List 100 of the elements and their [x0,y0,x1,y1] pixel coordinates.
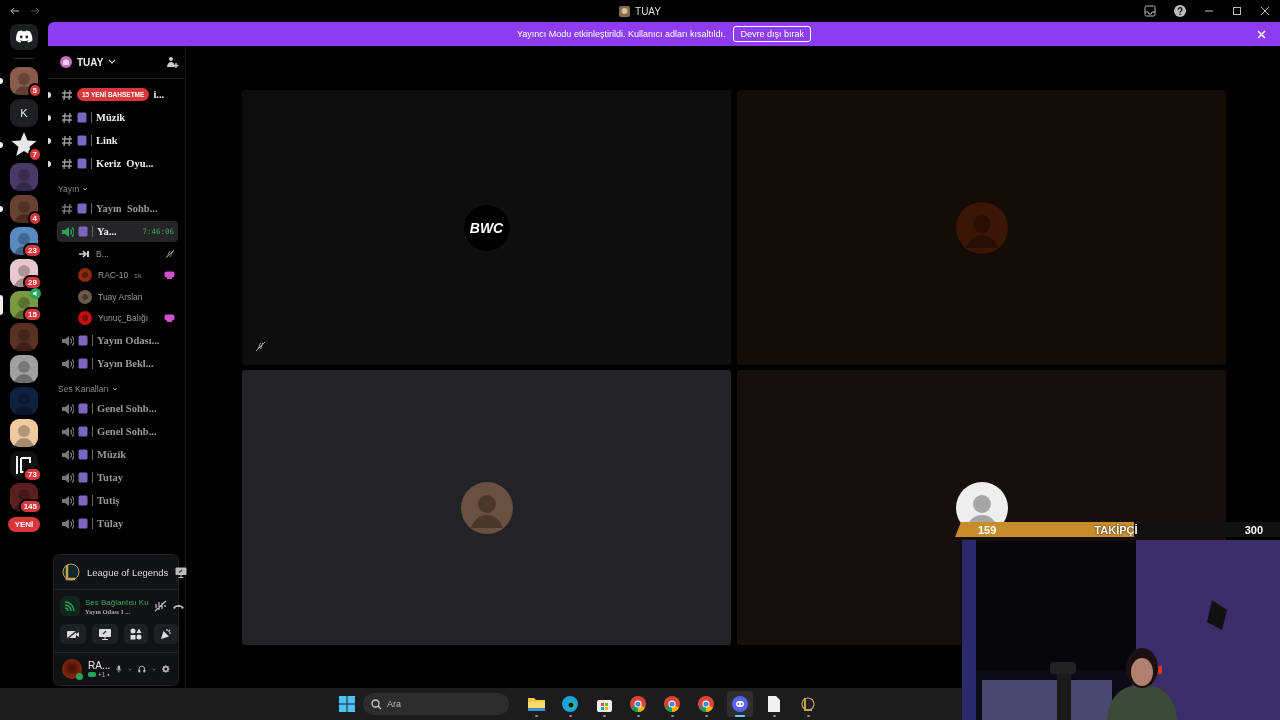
channel-name: Genel Sohb... [97,403,157,414]
channel-item[interactable]: Müzik [57,444,178,465]
camera-off-icon [66,628,80,640]
banner-text: Yayıncı Modu etkinleştirildi. Kullanıcı adları kısaltıldı. [517,29,726,39]
search-icon [371,698,382,710]
start-icon[interactable] [339,696,355,712]
online-dot-icon [76,673,83,680]
help-icon[interactable] [1174,5,1186,17]
chevron-icon[interactable] [111,386,118,392]
hash-icon [61,88,73,101]
hash-icon [61,157,73,170]
server-icon[interactable] [10,195,38,223]
document-icon [768,696,780,712]
add-member-icon[interactable] [166,55,179,69]
window-title: TUAY [635,5,661,17]
maximize-icon[interactable] [1232,6,1242,16]
logo-avatar: BWC [463,204,510,251]
notification-badge: 15 [23,307,42,322]
game-icon [801,696,815,712]
user-name: RAC-10 [98,270,129,281]
channel-item[interactable]: Yayın Sohb... [57,198,178,219]
speaker-icon [61,334,74,347]
shapes-icon [130,628,142,640]
disable-button[interactable]: Devre dışı bırak [733,26,811,42]
new-button[interactable]: YENİ [7,517,41,532]
channel-item[interactable]: Müzik [57,107,178,128]
channel-name: Tutay [97,472,123,483]
speaker-icon [61,448,74,461]
discord-icon [732,696,748,712]
follower-count: 159 [978,523,997,536]
user-name: B... [96,248,109,259]
chevron-icon[interactable] [108,59,117,65]
chrome-icon [664,696,680,712]
back-icon[interactable] [10,7,20,15]
connection-status[interactable]: Ses Bağlantısı Ku [85,597,149,607]
hash-icon [61,134,73,147]
forward-icon[interactable] [30,7,40,15]
video-tile[interactable] [737,90,1226,365]
disconnect-icon[interactable] [171,602,185,610]
server-icon[interactable] [10,355,38,383]
camera-button[interactable] [60,624,86,644]
channel-name: Müzik [96,112,126,123]
voice-user[interactable]: Tuay Arslan [78,286,175,308]
headphones-icon[interactable] [138,663,146,675]
game-name: League of Legends [87,566,169,578]
speaker-icon [61,494,74,507]
video-tile[interactable] [242,370,731,645]
screen-share-icon[interactable] [175,566,188,578]
server-icon [619,5,631,17]
video-tile[interactable]: BWC [242,90,731,365]
channel-name: Genel Sohb... [97,426,157,437]
voice-user[interactable]: Yunuç_Balığı [78,307,175,329]
chevron-icon[interactable] [82,186,89,192]
noise-suppression-icon[interactable] [153,600,167,612]
arrow-icon [78,248,90,259]
channel-name: Ya... [97,226,117,237]
speaker-icon [61,425,74,438]
channel-item[interactable]: Genel Sohb... [57,398,178,419]
microphone-icon[interactable] [116,663,122,675]
server-icon[interactable] [10,419,38,447]
inbox-icon[interactable] [1144,5,1156,17]
channel-item[interactable]: Link [57,130,178,151]
share-screen-button[interactable] [92,624,118,644]
taskbar-app[interactable] [727,691,753,717]
channel-name: Yayın Sohb... [96,203,158,214]
screen-share-icon [98,628,112,640]
channel-name: Yayın Odası... [97,335,160,346]
channel-item[interactable]: Tutay [57,467,178,488]
channel-item[interactable]: Keriz Oyu... [57,153,178,174]
channel-name: Tülay [97,518,124,529]
folder-icon [527,697,545,711]
server-name[interactable]: TUAY [77,56,104,68]
channel-name: Keriz Oyu... [96,158,154,169]
category-label[interactable]: Yayın [58,184,80,194]
voice-user[interactable]: B... [78,243,175,265]
channel-item[interactable]: Yayın Bekl... [57,353,178,374]
username: RA... [88,660,111,671]
notification-badge: 23 [23,243,42,258]
activities-button[interactable] [124,624,148,644]
speaker-icon [61,357,74,370]
follower-target: 300 [1244,523,1263,536]
home-button[interactable] [10,24,38,50]
channel-item[interactable]: Genel Sohb... [57,421,178,442]
soundboard-button[interactable] [154,624,178,644]
server-icon[interactable] [10,67,38,95]
notification-badge: 73 [23,467,42,482]
settings-icon[interactable] [162,663,170,675]
channel-item[interactable]: Yayın Odası... [57,330,178,351]
search-field[interactable]: Ara [363,693,509,715]
close-icon[interactable] [1260,6,1270,16]
star-server-icon[interactable] [10,131,38,159]
channel-name: Yayın Bekl... [97,358,154,369]
channel-item[interactable]: Tülay [57,513,178,534]
user-avatar[interactable] [62,659,82,679]
server-icon[interactable]: K [10,99,38,127]
speaker-icon [61,402,74,415]
channel-item[interactable]: Tutiş [57,490,178,511]
hash-icon [61,202,73,215]
user-name: Yunuç_Balığı [98,313,149,324]
category-label[interactable]: Ses Kanalları [58,384,109,394]
